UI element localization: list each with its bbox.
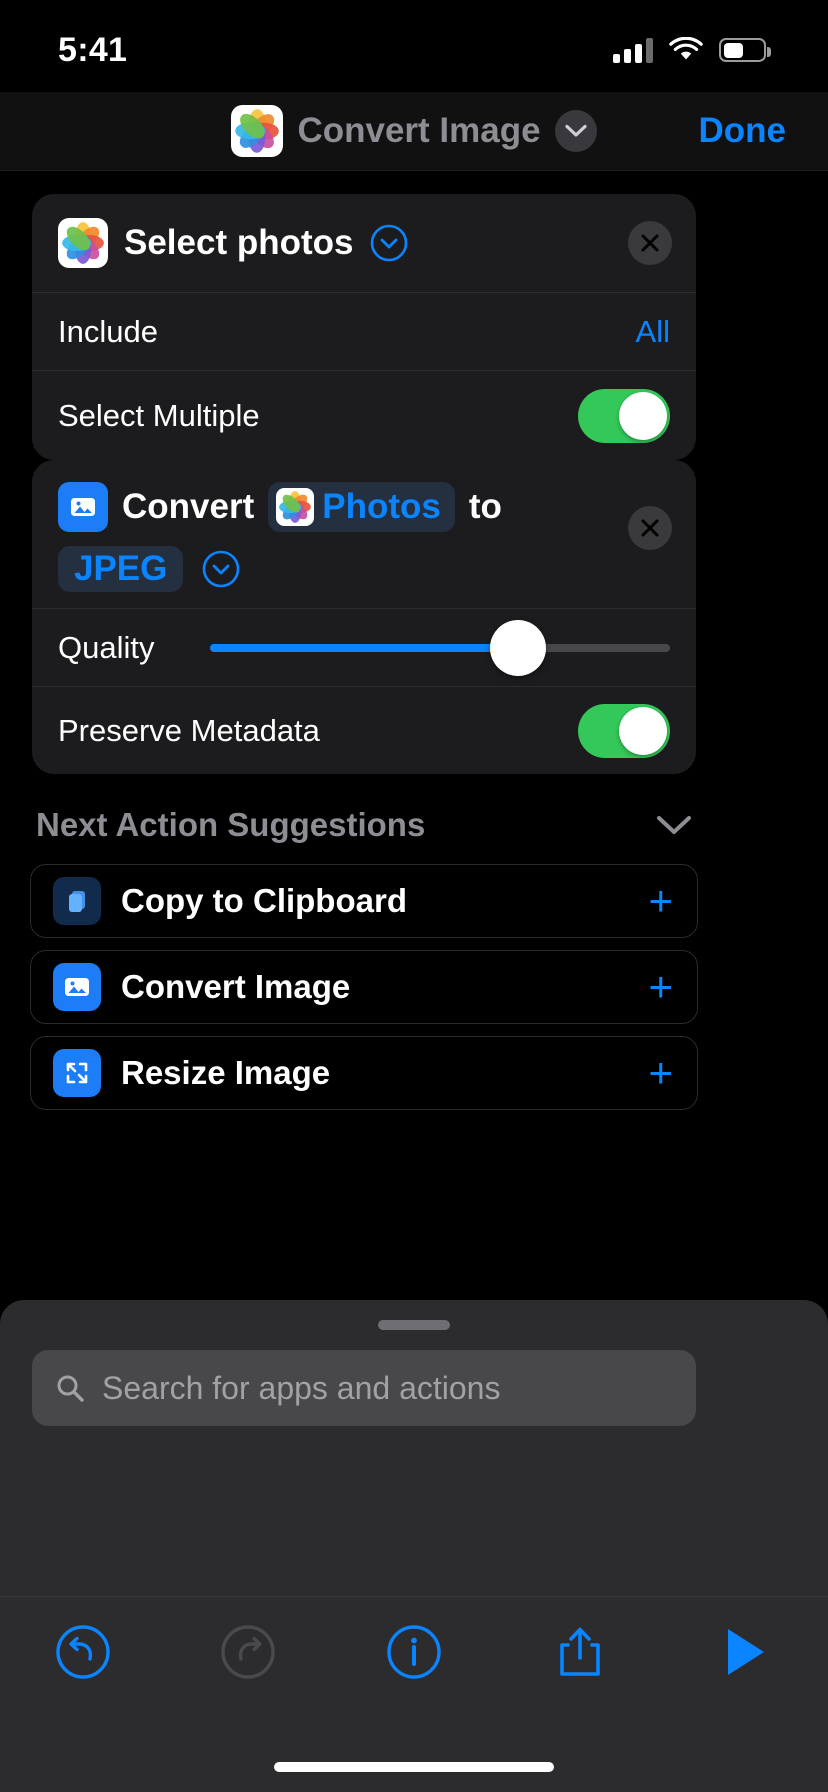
select-multiple-toggle[interactable] <box>578 388 670 443</box>
next-action-suggestions-header[interactable]: Next Action Suggestions <box>36 806 692 844</box>
parameter-value[interactable]: All <box>636 314 670 350</box>
slider-thumb[interactable] <box>490 619 547 676</box>
remove-action-button[interactable] <box>628 221 672 265</box>
action-title: Select photos <box>124 223 354 262</box>
suggestion-label: Copy to Clipboard <box>121 882 407 919</box>
suggestion-copy-to-clipboard[interactable]: Copy to Clipboard + <box>30 864 698 938</box>
status-bar: 5:41 <box>0 0 828 92</box>
nav-bar: Convert Image Done <box>0 92 828 170</box>
editor-toolbar <box>0 1596 828 1706</box>
action-library-sheet: Search for apps and actions <box>0 1300 828 1792</box>
parameter-row-quality[interactable]: Quality <box>32 608 696 686</box>
search-placeholder: Search for apps and actions <box>102 1369 501 1406</box>
preserve-metadata-toggle[interactable] <box>578 703 670 758</box>
redo-button[interactable] <box>205 1609 291 1695</box>
parameter-row-preserve-metadata[interactable]: Preserve Metadata <box>32 686 696 774</box>
input-variable-token[interactable]: Photos <box>268 482 455 532</box>
slider-fill <box>210 643 519 652</box>
format-token-label: JPEG <box>74 549 168 588</box>
parameter-label: Include <box>58 313 158 349</box>
plus-icon[interactable]: + <box>648 880 673 922</box>
cellular-bars-icon <box>613 37 653 63</box>
done-button[interactable]: Done <box>699 111 787 151</box>
action-header[interactable]: Convert Photos to JPEG <box>32 460 696 608</box>
battery-icon <box>719 38 771 62</box>
image-action-icon <box>53 963 101 1011</box>
suggestion-convert-image[interactable]: Convert Image + <box>30 950 698 1024</box>
parameter-row-select-multiple[interactable]: Select Multiple <box>32 370 696 460</box>
status-bar-indicators <box>613 37 771 63</box>
action-card-select-photos[interactable]: Select photos Include All Select Multipl… <box>32 194 696 460</box>
play-button[interactable] <box>702 1609 788 1695</box>
undo-button[interactable] <box>40 1609 126 1695</box>
resize-icon <box>53 1049 101 1097</box>
photos-app-icon <box>58 218 108 268</box>
photos-app-icon <box>276 488 315 526</box>
clipboard-icon <box>53 877 101 925</box>
suggestion-label: Convert Image <box>121 968 351 1005</box>
plus-icon[interactable]: + <box>648 966 673 1008</box>
action-word-to: to <box>468 487 502 527</box>
info-button[interactable] <box>371 1609 457 1695</box>
parameter-label: Preserve Metadata <box>58 712 320 748</box>
chevron-down-icon[interactable] <box>554 110 597 152</box>
chevron-down-circle-icon[interactable] <box>201 549 241 589</box>
parameter-row-include[interactable]: Include All <box>32 292 696 370</box>
suggestions-title: Next Action Suggestions <box>36 806 426 843</box>
image-action-icon <box>58 482 108 532</box>
parameter-label: Select Multiple <box>58 397 260 433</box>
wifi-icon <box>669 37 703 60</box>
search-icon <box>57 1375 84 1402</box>
action-card-convert-image[interactable]: Convert Photos to JPEG Quality Preserve … <box>32 460 696 774</box>
quality-slider[interactable] <box>210 619 670 676</box>
input-variable-label: Photos <box>322 487 441 527</box>
remove-action-button[interactable] <box>628 506 672 550</box>
format-token[interactable]: JPEG <box>58 546 184 592</box>
action-header[interactable]: Select photos <box>32 194 696 292</box>
plus-icon[interactable]: + <box>648 1052 673 1094</box>
suggestion-resize-image[interactable]: Resize Image + <box>30 1036 698 1110</box>
nav-divider <box>0 170 828 171</box>
home-indicator <box>274 1762 554 1772</box>
photos-app-icon <box>231 105 284 157</box>
suggestion-label: Resize Image <box>121 1054 331 1091</box>
page-title: Convert Image <box>297 111 541 150</box>
search-input[interactable]: Search for apps and actions <box>32 1350 696 1426</box>
parameter-label: Quality <box>58 629 155 665</box>
share-button[interactable] <box>537 1609 623 1695</box>
sheet-grabber[interactable] <box>378 1320 450 1330</box>
action-word-convert: Convert <box>122 487 255 527</box>
shortcut-title-menu[interactable]: Convert Image <box>231 105 597 157</box>
status-bar-time: 5:41 <box>58 30 128 69</box>
chevron-down-circle-icon[interactable] <box>369 223 409 263</box>
chevron-down-icon[interactable] <box>656 806 692 844</box>
shortcuts-editor-screen: 5:41 Convert Image Done Select photos In… <box>0 0 828 1792</box>
